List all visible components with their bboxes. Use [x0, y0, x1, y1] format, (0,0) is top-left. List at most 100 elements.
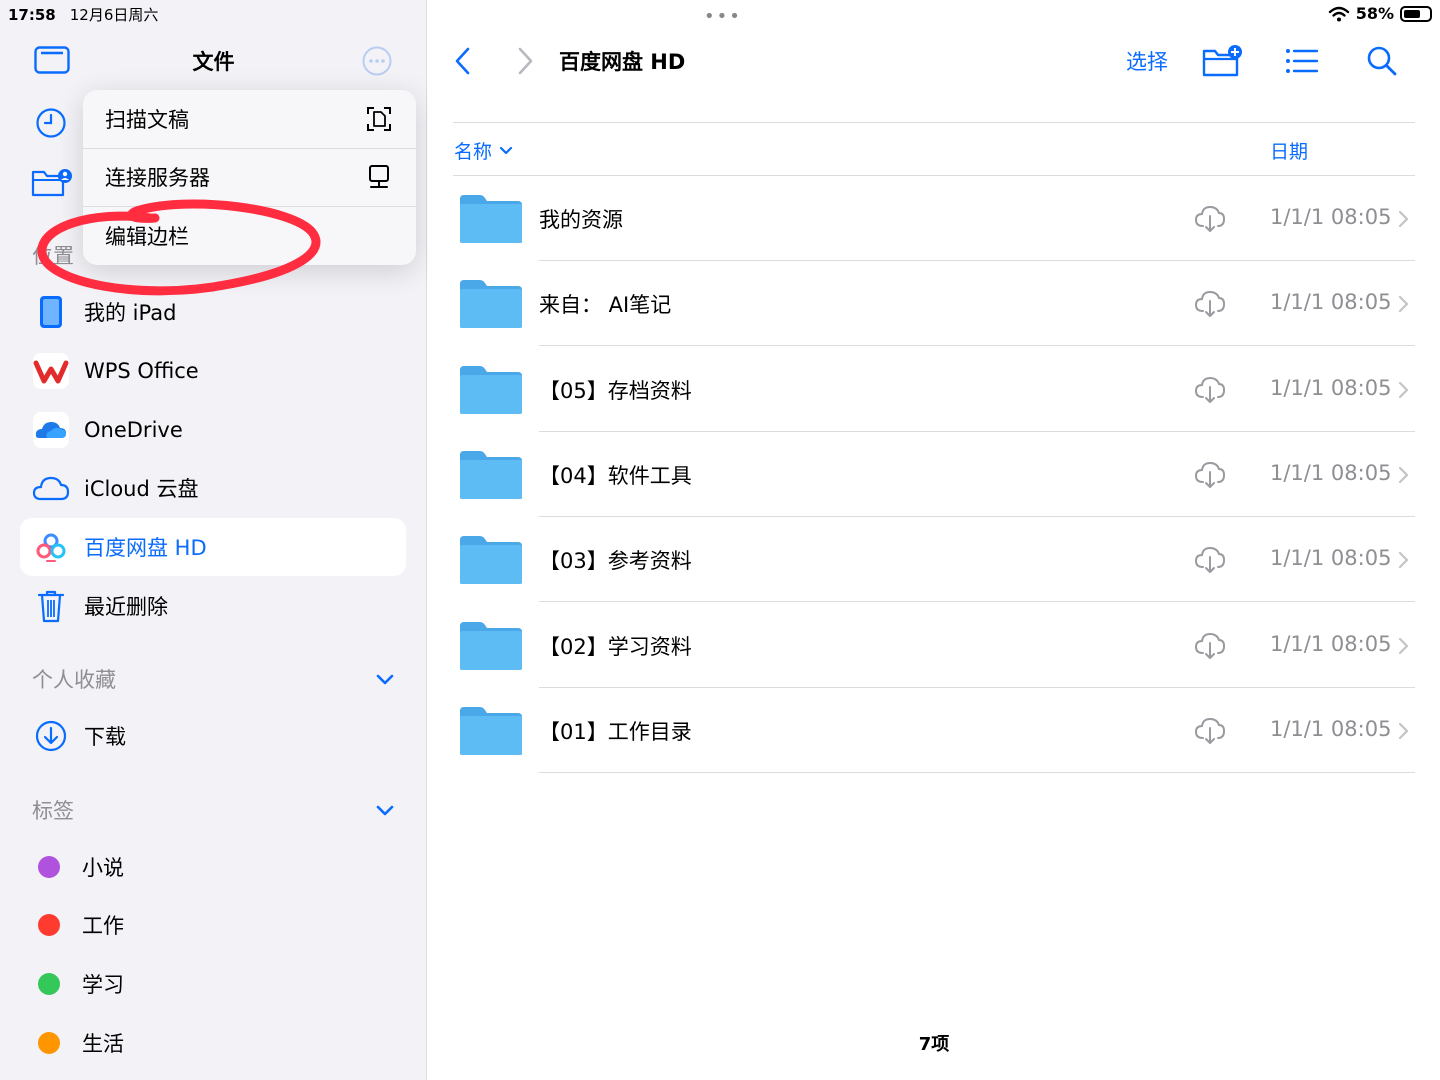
cloud-download-icon[interactable] — [1193, 289, 1227, 319]
file-date: 1/1/1 08:05 — [1270, 716, 1392, 741]
sidebar-item-label: 最近删除 — [84, 595, 168, 619]
chevron-down-icon[interactable] — [372, 666, 398, 692]
recents-icon[interactable] — [34, 106, 68, 140]
sidebar-tag-novel[interactable]: 小说 — [20, 838, 406, 896]
file-date: 1/1/1 08:05 — [1270, 546, 1392, 571]
wps-icon — [32, 352, 70, 390]
file-row[interactable]: 【05】存档资料 1/1/1 08:05 — [453, 347, 1415, 432]
multitask-dots-icon[interactable]: ••• — [704, 6, 742, 27]
forward-chevron-icon[interactable] — [510, 44, 540, 78]
folder-icon — [458, 705, 524, 757]
battery-icon — [1400, 5, 1432, 22]
trash-icon — [32, 587, 70, 625]
status-time: 17:58 — [8, 5, 56, 24]
status-date: 12月6日周六 — [69, 6, 159, 24]
chevron-down-icon — [498, 143, 514, 159]
ipad-icon — [32, 293, 70, 331]
select-button[interactable]: 选择 — [1126, 46, 1168, 76]
page-title: 百度网盘 HD — [559, 50, 686, 74]
sidebar-tag-work[interactable]: 工作 — [20, 896, 406, 954]
files-app: 17:58 12月6日周六 文件 位置 我的 iPad WPS Office O… — [0, 0, 1440, 1080]
folder-icon — [458, 620, 524, 672]
wifi-icon — [1328, 6, 1350, 22]
column-name-label: 名称 — [454, 141, 493, 163]
locations-label: 位置 — [32, 244, 74, 268]
file-row[interactable]: 【01】工作目录 1/1/1 08:05 — [453, 688, 1415, 773]
row-divider — [539, 771, 1415, 773]
baidu-netdisk-icon — [32, 528, 70, 566]
file-row[interactable]: 我的资源 1/1/1 08:05 — [453, 176, 1415, 261]
cloud-download-icon[interactable] — [1193, 204, 1227, 234]
file-row[interactable]: 【04】软件工具 1/1/1 08:05 — [453, 432, 1415, 517]
file-name: 来自： AI笔记 — [539, 293, 672, 318]
sidebar-item-label: 我的 iPad — [84, 301, 177, 325]
menu-item-label: 编辑边栏 — [105, 225, 189, 250]
cloud-download-icon[interactable] — [1193, 545, 1227, 575]
sidebar-item-label: WPS Office — [84, 359, 199, 383]
chevron-right-icon — [1395, 379, 1411, 401]
menu-item-edit-sidebar[interactable]: 编辑边栏 — [83, 207, 416, 265]
scan-document-icon — [364, 104, 394, 134]
chevron-down-icon[interactable] — [372, 797, 398, 823]
shared-folder-icon[interactable] — [31, 165, 73, 199]
folder-icon — [458, 364, 524, 416]
status-bar-left: 17:58 12月6日周六 — [8, 4, 158, 25]
sidebar-tag-life[interactable]: 生活 — [20, 1014, 406, 1072]
cloud-download-icon[interactable] — [1193, 460, 1227, 490]
tags-label: 标签 — [32, 799, 74, 823]
folder-icon — [458, 449, 524, 501]
sidebar-item-label: 学习 — [82, 973, 124, 997]
sidebar-item-recently-deleted[interactable]: 最近删除 — [20, 577, 406, 635]
chevron-right-icon — [1395, 293, 1411, 315]
sort-by-date-header[interactable]: 日期 — [1270, 137, 1308, 164]
sidebar-item-icloud[interactable]: iCloud 云盘 — [20, 459, 406, 517]
search-icon[interactable] — [1360, 42, 1404, 80]
cloud-download-icon[interactable] — [1193, 716, 1227, 746]
file-name: 我的资源 — [539, 208, 623, 232]
sidebar-item-wps-office[interactable]: WPS Office — [20, 342, 406, 400]
chevron-right-icon — [1395, 549, 1411, 571]
sidebar-item-label: 工作 — [82, 914, 124, 938]
sidebar: 17:58 12月6日周六 文件 位置 我的 iPad WPS Office O… — [0, 0, 427, 1080]
sidebar-item-label: 生活 — [82, 1032, 124, 1056]
sidebar-item-label: OneDrive — [84, 418, 183, 442]
more-options-icon[interactable] — [360, 44, 394, 78]
sidebar-item-my-ipad[interactable]: 我的 iPad — [20, 283, 406, 341]
folder-icon — [458, 534, 524, 586]
file-browser: ••• 58% 百度网盘 HD 选择 名称 日期 我的资源 1/1/1 08:0… — [428, 0, 1440, 1080]
toolbar-divider — [453, 122, 1415, 123]
sidebar-header: 文件 — [0, 40, 427, 84]
tag-color-dot — [38, 973, 60, 995]
download-icon — [32, 717, 70, 755]
sidebar-tag-study[interactable]: 学习 — [20, 955, 406, 1013]
sort-by-name-header[interactable]: 名称 — [454, 137, 514, 164]
item-count: 7项 — [918, 1034, 950, 1055]
file-row[interactable]: 来自： AI笔记 1/1/1 08:05 — [453, 261, 1415, 347]
folder-icon — [458, 278, 524, 330]
sidebar-item-label: 下载 — [84, 725, 126, 749]
chevron-right-icon — [1395, 464, 1411, 486]
sidebar-item-baidu-netdisk[interactable]: 百度网盘 HD — [20, 518, 406, 576]
new-folder-icon[interactable] — [1200, 42, 1244, 80]
tag-color-dot — [38, 1032, 60, 1054]
sidebar-item-onedrive[interactable]: OneDrive — [20, 401, 406, 459]
file-date: 1/1/1 08:05 — [1270, 631, 1392, 656]
sidebar-item-downloads[interactable]: 下载 — [20, 707, 406, 765]
menu-item-scan-documents[interactable]: 扫描文稿 — [83, 90, 416, 149]
menu-item-connect-server[interactable]: 连接服务器 — [83, 149, 416, 207]
file-row[interactable]: 【02】学习资料 1/1/1 08:05 — [453, 603, 1415, 688]
folder-icon — [458, 193, 524, 245]
cloud-download-icon[interactable] — [1193, 375, 1227, 405]
cloud-download-icon[interactable] — [1193, 631, 1227, 661]
file-row[interactable]: 【03】参考资料 1/1/1 08:05 — [453, 517, 1415, 603]
onedrive-icon — [32, 411, 70, 449]
list-view-icon[interactable] — [1280, 42, 1324, 80]
back-chevron-icon[interactable] — [448, 44, 478, 78]
file-date: 1/1/1 08:05 — [1270, 205, 1392, 229]
sidebar-item-label: 百度网盘 HD — [84, 536, 207, 560]
file-name: 【02】学习资料 — [539, 634, 692, 659]
file-name: 【05】存档资料 — [539, 378, 692, 403]
sidebar-item-label: iCloud 云盘 — [84, 477, 199, 501]
icloud-icon — [32, 469, 70, 507]
file-date: 1/1/1 08:05 — [1270, 375, 1392, 400]
